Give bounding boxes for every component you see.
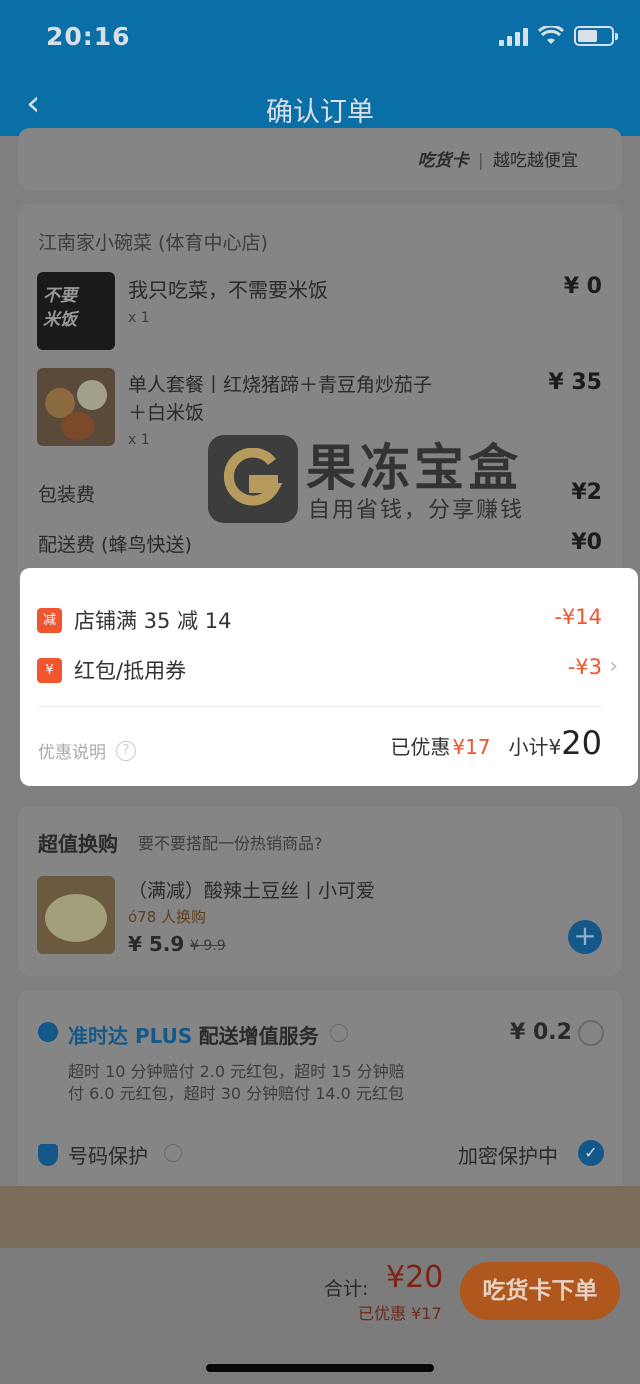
- ontime-desc-2: 付 6.0 元红包，超时 30 分钟赔付 14.0 元红包: [68, 1084, 404, 1103]
- clock-icon: [38, 1022, 58, 1042]
- store-name[interactable]: 江南家小碗菜 (体育中心店): [38, 228, 268, 255]
- status-bar: 20:16: [0, 0, 640, 76]
- page-title: 确认订单: [266, 97, 374, 128]
- coupon-badge-icon: ¥: [37, 658, 62, 683]
- ontime-desc-1: 超时 10 分钟赔付 2.0 元红包，超时 15 分钟赔: [68, 1062, 405, 1081]
- discount-card: 减 店铺满 35 减 14 -¥14 ¥ 红包/抵用券 -¥3 › 优惠说明 ?…: [20, 568, 638, 786]
- nav-bar: ‹ 确认订单: [0, 76, 640, 136]
- chevron-right-icon[interactable]: ›: [609, 654, 618, 679]
- upsell-subtitle: 要不要搭配一份热销商品?: [138, 834, 323, 853]
- item-thumbnail: 不要 米饭: [37, 272, 115, 350]
- check-icon[interactable]: ✓: [578, 1140, 604, 1166]
- item-price: ¥ 0: [563, 274, 602, 299]
- total-label: 合计:: [324, 1278, 369, 1300]
- discount-info-label: 优惠说明: [38, 743, 106, 763]
- ontime-radio[interactable]: [578, 1020, 604, 1046]
- ontime-brand: 准时达 PLUS: [68, 1024, 193, 1048]
- add-button[interactable]: +: [568, 920, 602, 954]
- item-qty: x 1: [128, 310, 150, 326]
- place-order-button[interactable]: 吃货卡下单: [460, 1262, 620, 1320]
- saved-label: 已优惠: [390, 735, 451, 759]
- help-icon[interactable]: [330, 1024, 348, 1042]
- watermark-logo: [208, 435, 298, 523]
- delivery-fee-label: 配送费 (蜂鸟快送): [38, 534, 192, 556]
- watermark-title: 果冻宝盒: [306, 439, 522, 497]
- home-indicator: [206, 1364, 434, 1372]
- coupon-amount: -¥3: [567, 655, 602, 679]
- card-promo-banner: 吃货卡 | 越吃越便宜: [18, 128, 622, 190]
- help-icon[interactable]: [164, 1144, 182, 1162]
- discount-badge-icon: 减: [37, 608, 62, 633]
- discount-row-store: 减 店铺满 35 减 14 -¥14: [20, 600, 638, 640]
- upsell-thumbnail: [37, 876, 115, 954]
- discount-amount: -¥14: [554, 605, 602, 629]
- coupon-label: 红包/抵用券: [74, 659, 187, 683]
- card-brand: 吃货卡: [417, 151, 469, 171]
- item-thumbnail: [37, 368, 115, 446]
- upsell-exchanged: ó78 人换购: [128, 908, 207, 926]
- watermark-g-icon: [223, 448, 283, 506]
- help-icon[interactable]: ?: [116, 740, 136, 761]
- upsell-item-name: （满减）酸辣土豆丝丨小可爱: [128, 880, 376, 902]
- ontime-price: ¥ 0.2: [510, 1020, 572, 1045]
- footer-saved: 已优惠 ¥17: [358, 1304, 442, 1323]
- status-icons: [499, 26, 618, 46]
- watermark-subtitle: 自用省钱，分享赚钱: [308, 498, 525, 523]
- total-amount: ¥20: [386, 1260, 444, 1295]
- fire-icon: ó: [128, 908, 138, 926]
- phone-protect-status: 加密保护中: [458, 1144, 558, 1168]
- item-name: 我只吃菜，不需要米饭: [128, 278, 328, 302]
- ontime-title: 准时达 PLUS 配送增值服务: [68, 1020, 319, 1049]
- divider: [38, 706, 602, 707]
- upsell-old-price: ¥ 9.9: [190, 938, 226, 954]
- wifi-icon: [538, 26, 564, 44]
- card-slogan: 越吃越便宜: [493, 151, 578, 171]
- item-qty: x 1: [128, 432, 150, 448]
- status-time: 20:16: [46, 22, 131, 51]
- upsell-price: ¥ 5.9: [128, 932, 185, 956]
- subtotal-currency: ¥: [548, 735, 562, 759]
- item-price: ¥ 35: [548, 370, 602, 395]
- upsell-title: 超值换购: [38, 832, 118, 856]
- ontime-label: 配送增值服务: [198, 1024, 319, 1048]
- blurred-banner: [0, 1186, 640, 1248]
- packing-fee-price: ¥2: [571, 480, 602, 505]
- item-name-cont: ＋白米饭: [128, 402, 205, 424]
- phone-protect-label: 号码保护: [68, 1144, 148, 1168]
- delivery-fee-price: ¥0: [571, 530, 602, 555]
- battery-icon: [574, 26, 618, 46]
- discount-info[interactable]: 优惠说明 ?: [38, 738, 136, 763]
- discount-label: 店铺满 35 减 14: [74, 609, 232, 633]
- discount-summary: 已优惠 ¥17 小计 ¥ 20: [390, 724, 602, 762]
- subtotal-amount: 20: [561, 724, 602, 762]
- signal-icon: [499, 26, 528, 46]
- item-name: 单人套餐丨红烧猪蹄＋青豆角炒茄子: [128, 374, 433, 396]
- saved-amount: ¥17: [452, 735, 491, 759]
- packing-fee-label: 包装费: [38, 484, 96, 506]
- shield-icon: [38, 1144, 58, 1166]
- discount-row-coupon[interactable]: ¥ 红包/抵用券 -¥3 ›: [20, 650, 638, 690]
- thumb-text: 不要 米饭: [43, 286, 77, 330]
- subtotal-label: 小计: [508, 735, 549, 759]
